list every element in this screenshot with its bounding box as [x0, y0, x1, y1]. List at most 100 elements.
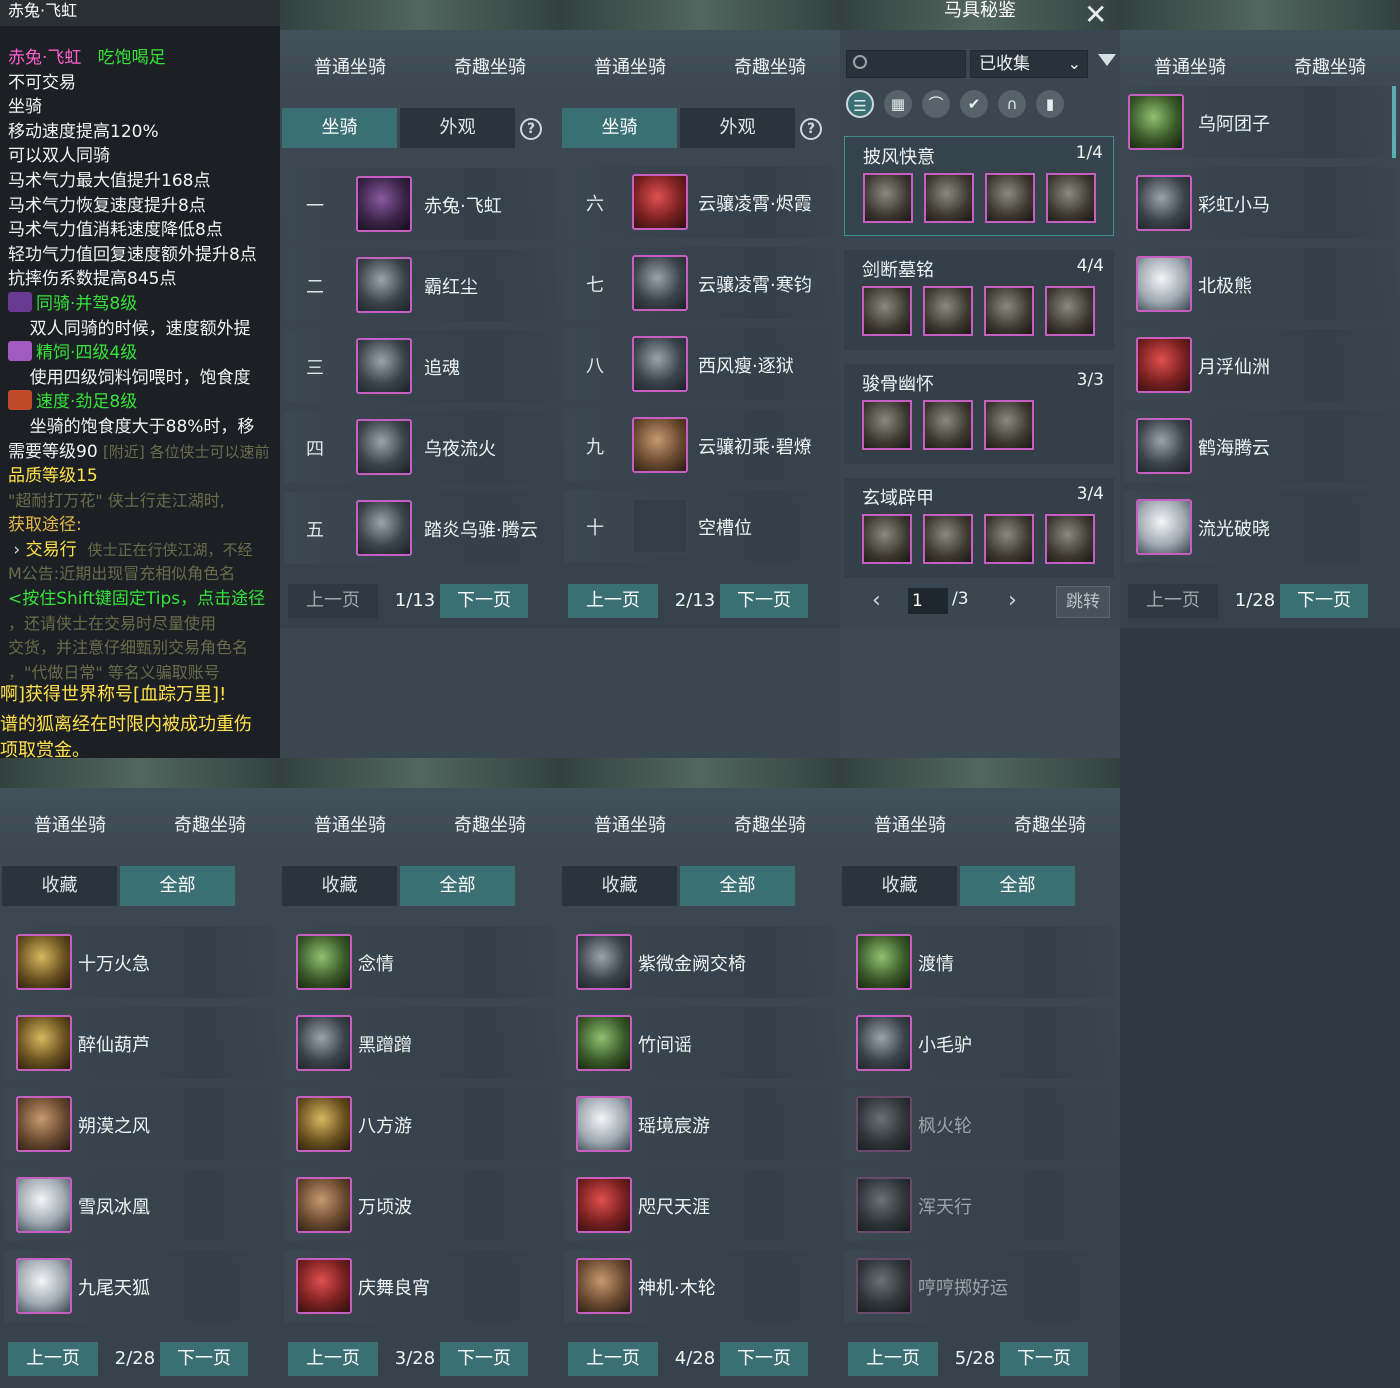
mount-slot[interactable]: 三 追魂	[284, 330, 556, 402]
tack-piece-icon[interactable]	[923, 286, 973, 336]
tab-fun-mounts[interactable]: 奇趣坐骑	[700, 808, 840, 844]
collected-filter-dropdown[interactable]: 已收集 ⌄	[970, 50, 1088, 78]
fun-mount-item[interactable]: 瑶境宸游	[564, 1088, 836, 1160]
prev-page-button[interactable]: 上一页	[848, 1342, 938, 1376]
tack-piece-icon[interactable]	[862, 514, 912, 564]
fun-mount-item[interactable]: 浑天行	[844, 1169, 1116, 1241]
next-page-button[interactable]: 下一页	[1280, 584, 1368, 618]
tack-piece-icon[interactable]	[862, 286, 912, 336]
next-page-button[interactable]: 下一页	[720, 1342, 808, 1376]
appearance-button[interactable]: 外观	[680, 108, 795, 148]
tab-fun-mounts[interactable]: 奇趣坐骑	[140, 808, 280, 844]
prev-page-button[interactable]: 上一页	[288, 1342, 378, 1376]
saddle-piece-icon[interactable]	[863, 173, 913, 223]
appearance-button[interactable]: 外观	[400, 108, 515, 148]
tab-normal-mounts[interactable]: 普通坐骑	[280, 50, 420, 86]
horseshoe-icon[interactable]: ∩	[998, 90, 1026, 118]
jump-button[interactable]: 跳转	[1056, 586, 1110, 618]
next-page-button[interactable]: 下一页	[160, 1342, 248, 1376]
mount-slot[interactable]: 七 云骧凌霄·寒钧	[564, 247, 836, 319]
fun-mount-item[interactable]: 咫尺天涯	[564, 1169, 836, 1241]
tab-fun-mounts[interactable]: 奇趣坐骑	[420, 50, 560, 86]
mount-slot[interactable]: 二 霸红尘	[284, 249, 556, 321]
mount-slot[interactable]: 九 云骧初乘·碧燎	[564, 409, 836, 481]
fun-mount-item[interactable]: 流光破晓	[1124, 491, 1396, 563]
fun-mount-item[interactable]: 彩虹小马	[1124, 167, 1396, 239]
tab-normal-mounts[interactable]: 普通坐骑	[1120, 50, 1260, 86]
favorites-button[interactable]: 收藏	[2, 866, 117, 906]
fun-mount-item[interactable]: 鹤海腾云	[1124, 410, 1396, 482]
tack-set[interactable]: 披风快意 1/4	[844, 136, 1114, 236]
mount-slot[interactable]: 五 踏炎乌骓·腾云	[284, 492, 556, 564]
mount-button[interactable]: 坐骑	[562, 108, 677, 148]
tooltip-source-link[interactable]: 交易行	[26, 540, 77, 560]
page-input[interactable]: 1	[908, 588, 948, 614]
next-page-button[interactable]: 下一页	[440, 584, 528, 618]
fun-mount-item[interactable]: 雪凤冰凰	[4, 1169, 276, 1241]
mount-slot[interactable]: 八 西风瘦·逐狱	[564, 328, 836, 400]
fun-mount-item[interactable]: 醉仙葫芦	[4, 1007, 276, 1079]
tab-normal-mounts[interactable]: 普通坐骑	[0, 808, 140, 844]
fun-mount-item[interactable]: 渡情	[844, 926, 1116, 998]
help-icon[interactable]: ?	[520, 118, 542, 140]
saddle-icon[interactable]: ⌒	[922, 90, 950, 118]
tab-normal-mounts[interactable]: 普通坐骑	[840, 808, 980, 844]
all-button[interactable]: 全部	[400, 866, 515, 906]
saddle-piece-icon[interactable]	[924, 173, 974, 223]
help-icon[interactable]: ?	[800, 118, 822, 140]
tack-set[interactable]: 骏骨幽怀 3/3	[844, 364, 1114, 464]
prev-page-button[interactable]: 上一页	[568, 584, 658, 618]
saddle-piece-icon[interactable]	[985, 173, 1035, 223]
search-box[interactable]	[846, 50, 966, 78]
fun-mount-item[interactable]: 念情	[284, 926, 556, 998]
bridle-icon[interactable]: ✔	[960, 90, 988, 118]
mount-button[interactable]: 坐骑	[282, 108, 397, 148]
saddle-piece-icon[interactable]	[1046, 173, 1096, 223]
list-view-icon[interactable]: ☰	[846, 90, 874, 118]
mount-slot[interactable]: 六 云骧凌霄·烬霞	[564, 166, 836, 238]
prev-page-button[interactable]: 上一页	[8, 1342, 98, 1376]
tab-fun-mounts[interactable]: 奇趣坐骑	[700, 50, 840, 86]
all-button[interactable]: 全部	[960, 866, 1075, 906]
tack-piece-icon[interactable]	[862, 400, 912, 450]
tack-piece-icon[interactable]	[984, 514, 1034, 564]
fun-mount-item[interactable]: 九尾天狐	[4, 1250, 276, 1322]
fun-mount-item[interactable]: 哼哼掷好运	[844, 1250, 1116, 1322]
all-button[interactable]: 全部	[680, 866, 795, 906]
tab-normal-mounts[interactable]: 普通坐骑	[560, 50, 700, 86]
fun-mount-item[interactable]: 小毛驴	[844, 1007, 1116, 1079]
favorites-button[interactable]: 收藏	[842, 866, 957, 906]
prev-page-button[interactable]: 上一页	[1128, 584, 1218, 618]
tack-piece-icon[interactable]	[984, 286, 1034, 336]
mount-slot[interactable]: 十 空槽位	[564, 490, 836, 562]
mount-slot[interactable]: 四 乌夜流火	[284, 411, 556, 483]
search-input[interactable]	[875, 54, 963, 74]
fun-mount-item[interactable]: 万顷波	[284, 1169, 556, 1241]
next-page-button[interactable]: 下一页	[440, 1342, 528, 1376]
tab-normal-mounts[interactable]: 普通坐骑	[560, 808, 700, 844]
favorites-button[interactable]: 收藏	[562, 866, 677, 906]
fun-mount-item[interactable]: 十万火急	[4, 926, 276, 998]
fun-mount-item[interactable]: 竹间谣	[564, 1007, 836, 1079]
grid-view-icon[interactable]: ▦	[884, 90, 912, 118]
prev-page-button[interactable]: 上一页	[288, 584, 378, 618]
tack-piece-icon[interactable]	[984, 400, 1034, 450]
fun-mount-item[interactable]: 枫火轮	[844, 1088, 1116, 1160]
next-page-button[interactable]: 下一页	[1000, 1342, 1088, 1376]
fun-mount-item[interactable]: 朔漠之风	[4, 1088, 276, 1160]
fun-mount-item[interactable]: 乌阿团子	[1124, 86, 1396, 158]
armor-icon[interactable]: ▮	[1036, 90, 1064, 118]
fun-mount-item[interactable]: 紫微金阙交椅	[564, 926, 836, 998]
filter-icon[interactable]	[1098, 54, 1116, 66]
fun-mount-item[interactable]: 月浮仙洲	[1124, 329, 1396, 401]
tab-fun-mounts[interactable]: 奇趣坐骑	[420, 808, 560, 844]
tab-normal-mounts[interactable]: 普通坐骑	[280, 808, 420, 844]
fun-mount-item[interactable]: 黑蹭蹭	[284, 1007, 556, 1079]
mount-slot[interactable]: 一 赤兔·飞虹	[284, 168, 556, 240]
favorites-button[interactable]: 收藏	[282, 866, 397, 906]
prev-page-button[interactable]: 上一页	[568, 1342, 658, 1376]
tack-piece-icon[interactable]	[1045, 514, 1095, 564]
tack-piece-icon[interactable]	[1045, 286, 1095, 336]
chevron-right-icon[interactable]: ›	[1008, 588, 1017, 613]
tack-piece-icon[interactable]	[923, 514, 973, 564]
